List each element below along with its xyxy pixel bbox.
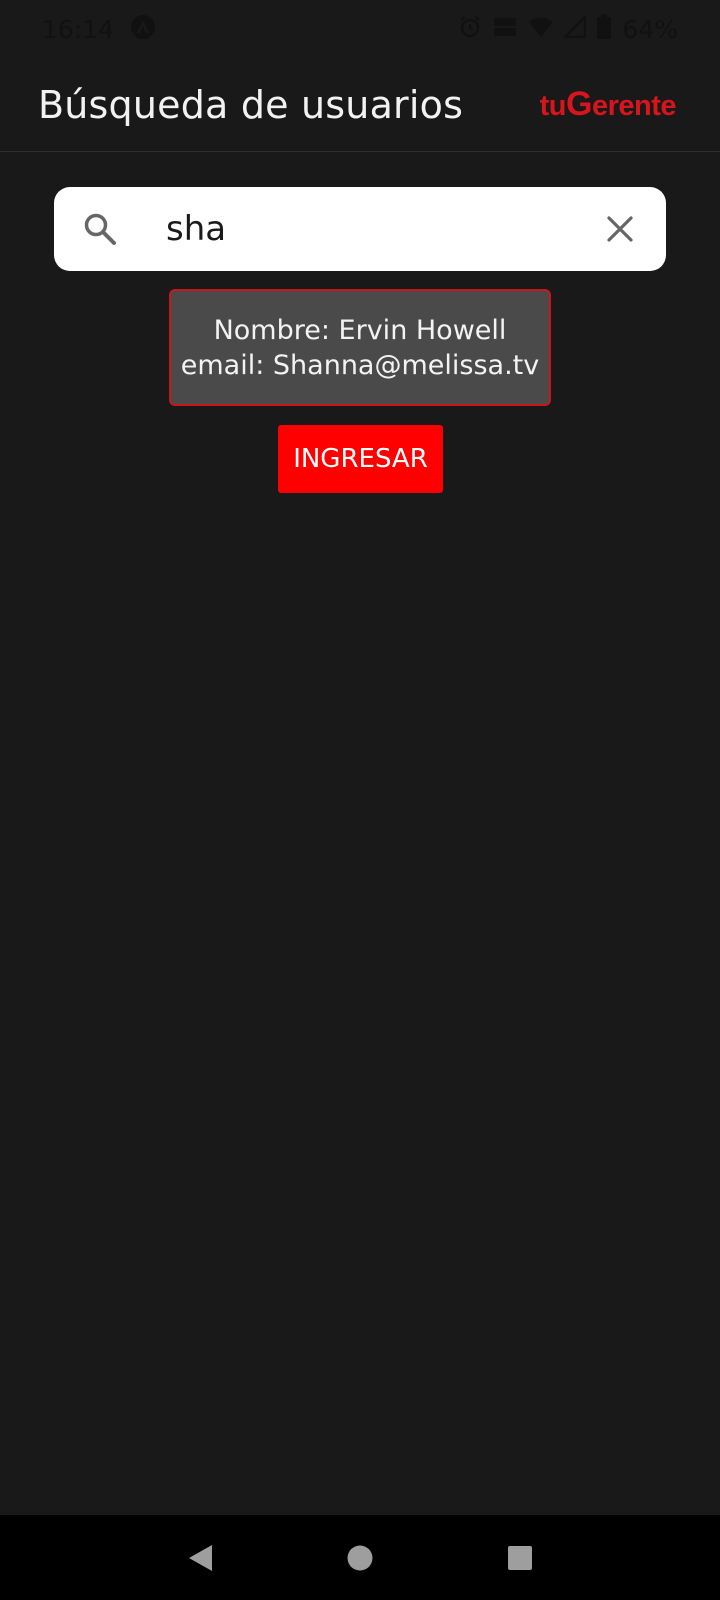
home-circle-icon[interactable] bbox=[330, 1528, 390, 1588]
alarm-icon bbox=[458, 15, 482, 43]
volte-icon bbox=[492, 15, 518, 43]
search-bar[interactable] bbox=[54, 187, 666, 271]
page-title: Búsqueda de usuarios bbox=[38, 82, 464, 127]
brand-letter: G bbox=[566, 85, 592, 123]
status-time: 16:14 bbox=[42, 14, 115, 44]
search-icon bbox=[80, 209, 120, 249]
search-input[interactable] bbox=[166, 209, 600, 249]
status-right: 64% bbox=[458, 13, 678, 44]
brand-logo: tuGerente bbox=[539, 85, 677, 124]
wifi-icon bbox=[528, 16, 554, 42]
system-nav-bar bbox=[0, 1515, 720, 1600]
battery-icon bbox=[596, 14, 612, 44]
status-left: 16:14 bbox=[42, 14, 156, 44]
ingresar-button[interactable]: INGRESAR bbox=[278, 425, 443, 493]
battery-percent: 64% bbox=[622, 14, 678, 44]
status-bar: 16:14 64% bbox=[0, 0, 720, 58]
close-icon[interactable] bbox=[600, 209, 640, 249]
app-screen: 16:14 64% Búsqueda de usuarios tuGerente… bbox=[0, 0, 720, 1600]
brand-prefix: tu bbox=[539, 90, 567, 122]
user-result-card[interactable]: Nombre: Ervin Howell email: Shanna@melis… bbox=[169, 289, 551, 406]
recents-square-icon[interactable] bbox=[490, 1528, 550, 1588]
app-header: Búsqueda de usuarios tuGerente bbox=[0, 58, 720, 152]
brand-suffix: erente bbox=[591, 90, 677, 122]
app-notification-icon bbox=[130, 14, 156, 44]
user-name: Nombre: Ervin Howell bbox=[213, 314, 507, 346]
signal-icon bbox=[562, 13, 587, 42]
user-email: email: Shanna@melissa.tv bbox=[180, 349, 540, 381]
back-triangle-icon[interactable] bbox=[170, 1528, 230, 1588]
